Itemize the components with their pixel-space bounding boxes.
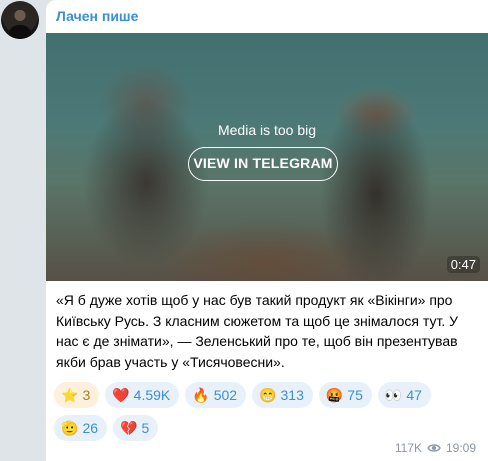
- reaction-grin[interactable]: 😁 313: [252, 382, 313, 408]
- message-text: «Я б дуже хотів щоб у нас був такий прод…: [56, 292, 458, 370]
- eye-icon: [427, 444, 441, 452]
- fire-icon: 🔥: [192, 387, 210, 403]
- reaction-count: 4.59K: [133, 387, 171, 403]
- video-duration: 0:47: [446, 256, 480, 273]
- message-time: 19:09: [445, 441, 476, 455]
- reaction-count: 75: [347, 387, 363, 403]
- reaction-count: 313: [280, 387, 304, 403]
- channel-avatar[interactable]: [1, 1, 39, 39]
- reaction-count: 5: [141, 420, 150, 436]
- message-meta: 117K 19:09: [395, 441, 476, 455]
- eyes-icon: 👀: [384, 387, 403, 403]
- view-in-telegram-button[interactable]: VIEW IN TELEGRAM: [188, 147, 338, 181]
- channel-name[interactable]: Лачен пише: [56, 8, 138, 24]
- reaction-fire[interactable]: 🔥 502: [185, 382, 247, 408]
- angry-face-icon: 🤬: [325, 387, 344, 403]
- reaction-count: 502: [213, 387, 238, 403]
- reaction-broken-heart[interactable]: 💔 5: [113, 415, 159, 441]
- star-icon: ⭐: [61, 387, 79, 403]
- reaction-hand[interactable]: 🫡 26: [54, 415, 108, 441]
- video-preview[interactable]: Media is too big VIEW IN TELEGRAM 0:47: [46, 33, 488, 281]
- reaction-star[interactable]: ⭐ 3: [54, 382, 100, 408]
- media-notice: Media is too big: [217, 122, 317, 138]
- reaction-count: 3: [82, 387, 91, 403]
- reaction-count: 47: [406, 387, 422, 403]
- reaction-heart[interactable]: ❤️ 4.59K: [105, 382, 180, 408]
- message-bubble: Лачен пише Media is too big VIEW IN TELE…: [46, 0, 488, 461]
- reaction-count: 26: [82, 420, 99, 436]
- grinning-face-icon: 😁: [259, 387, 277, 403]
- heart-icon: ❤️: [112, 387, 130, 403]
- reaction-angry[interactable]: 🤬 75: [318, 382, 372, 408]
- reactions-bar: ⭐ 3 ❤️ 4.59K 🔥 502 😁 313 🤬 75 👀 47 🫡 26 …: [54, 382, 484, 441]
- reaction-eyes[interactable]: 👀 47: [377, 382, 431, 408]
- broken-heart-icon: 💔: [120, 420, 138, 436]
- views-count: 117K: [394, 441, 422, 455]
- hand-icon: 🫡: [61, 420, 79, 436]
